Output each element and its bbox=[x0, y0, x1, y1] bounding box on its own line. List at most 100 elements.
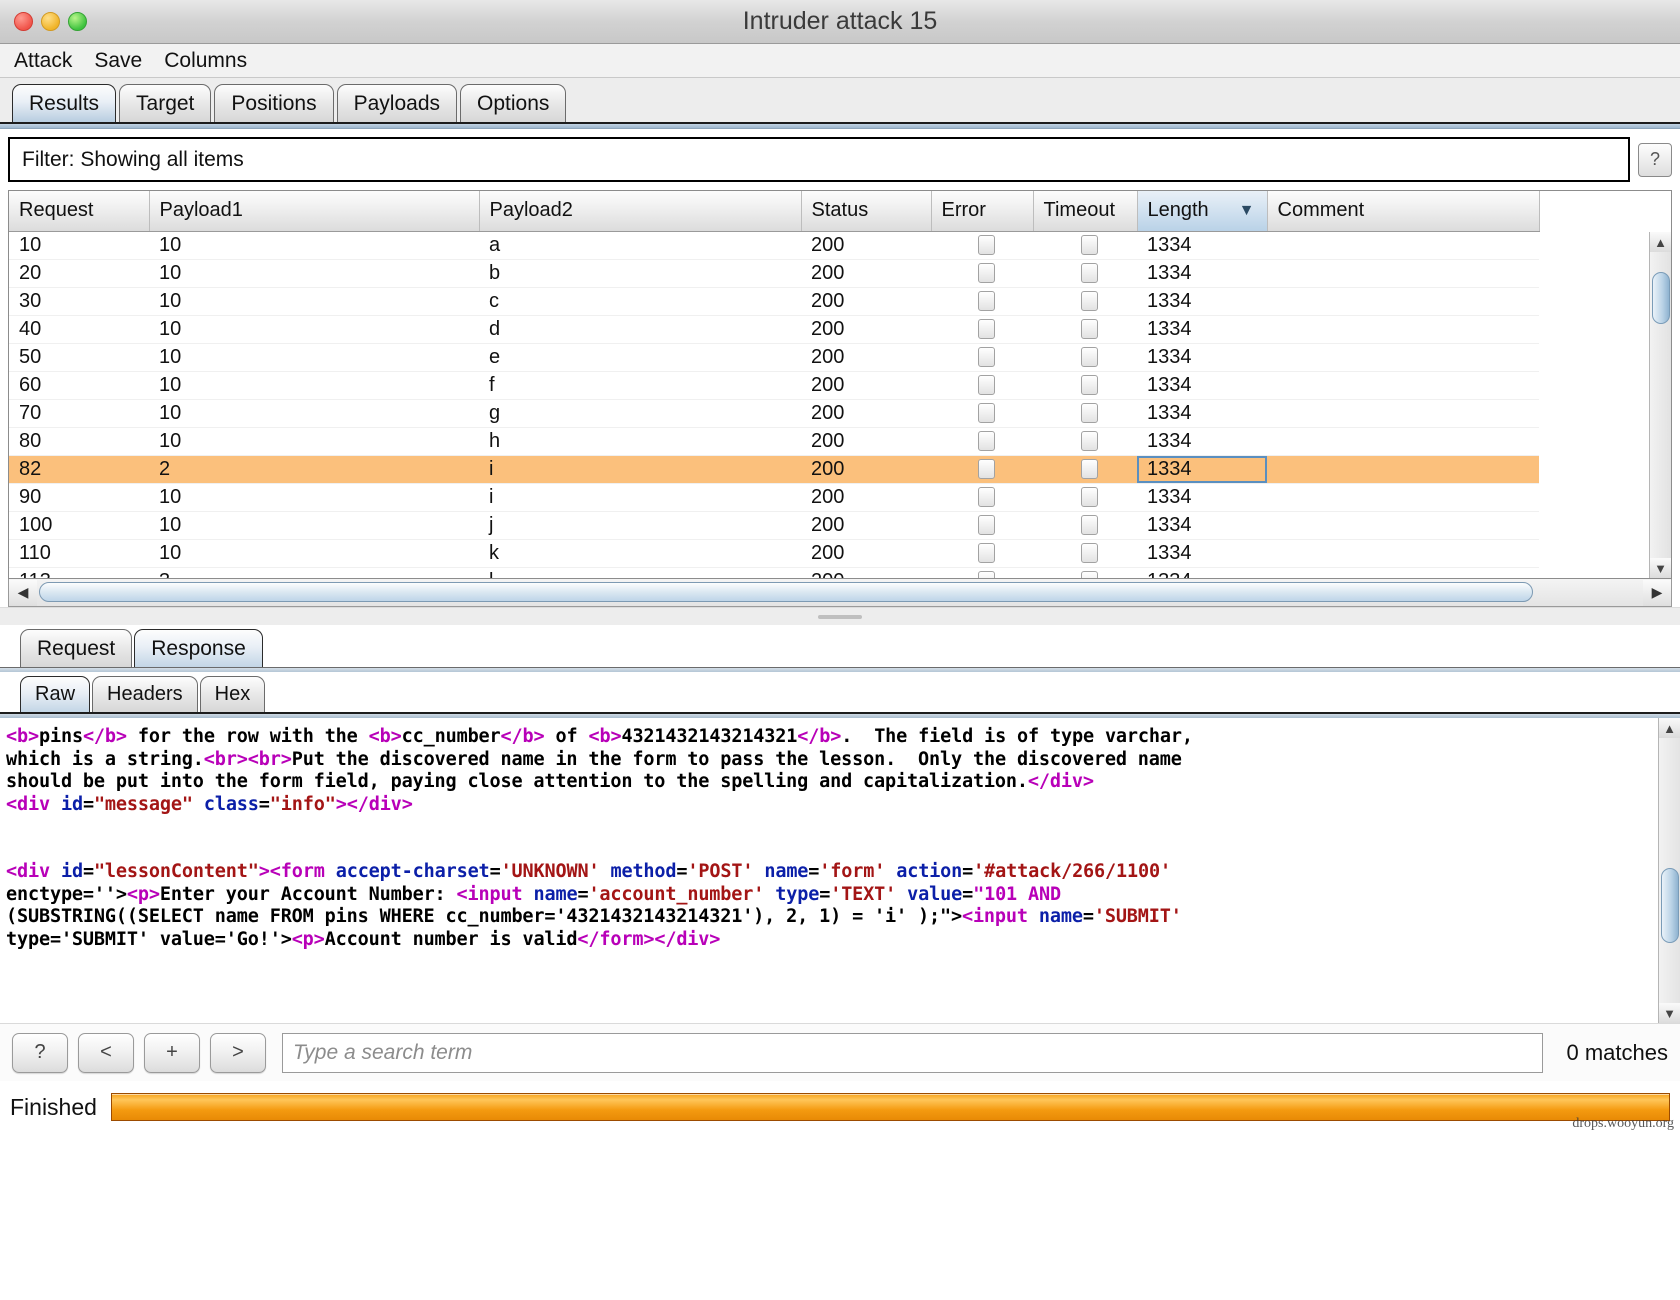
table-row[interactable]: 1010a2001334 bbox=[9, 231, 1539, 259]
tab-payloads[interactable]: Payloads bbox=[337, 84, 457, 122]
checkbox-icon[interactable] bbox=[978, 347, 995, 367]
tab-raw[interactable]: Raw bbox=[20, 676, 90, 712]
table-row[interactable]: 4010d2001334 bbox=[9, 315, 1539, 343]
table-row[interactable]: 1133l2001334 bbox=[9, 567, 1539, 578]
cell-timeout-checkbox[interactable] bbox=[1033, 455, 1137, 483]
table-row[interactable]: 10010j2001334 bbox=[9, 511, 1539, 539]
checkbox-icon[interactable] bbox=[1081, 319, 1098, 339]
cell-error-checkbox[interactable] bbox=[931, 567, 1033, 578]
cell-timeout-checkbox[interactable] bbox=[1033, 315, 1137, 343]
table-row[interactable]: 11010k2001334 bbox=[9, 539, 1539, 567]
tab-results[interactable]: Results bbox=[12, 84, 116, 122]
results-scroll-thumb[interactable] bbox=[1652, 272, 1670, 324]
scroll-left-icon[interactable]: ◀ bbox=[9, 580, 37, 606]
cell-timeout-checkbox[interactable] bbox=[1033, 399, 1137, 427]
results-horizontal-scrollbar[interactable]: ◀ ▶ bbox=[8, 579, 1672, 607]
search-add-button[interactable]: + bbox=[144, 1033, 200, 1073]
cell-error-checkbox[interactable] bbox=[931, 287, 1033, 315]
tab-positions[interactable]: Positions bbox=[214, 84, 333, 122]
checkbox-icon[interactable] bbox=[978, 543, 995, 563]
checkbox-icon[interactable] bbox=[978, 459, 995, 479]
panel-splitter[interactable] bbox=[0, 607, 1680, 625]
checkbox-icon[interactable] bbox=[978, 515, 995, 535]
checkbox-icon[interactable] bbox=[978, 487, 995, 507]
help-icon[interactable]: ? bbox=[1638, 143, 1672, 177]
cell-timeout-checkbox[interactable] bbox=[1033, 371, 1137, 399]
table-row[interactable]: 5010e2001334 bbox=[9, 343, 1539, 371]
cell-timeout-checkbox[interactable] bbox=[1033, 511, 1137, 539]
checkbox-icon[interactable] bbox=[978, 375, 995, 395]
response-scroll-down-icon[interactable]: ▼ bbox=[1659, 1003, 1680, 1023]
checkbox-icon[interactable] bbox=[978, 291, 995, 311]
column-header-length[interactable]: Length ▼ bbox=[1137, 191, 1267, 231]
checkbox-icon[interactable] bbox=[1081, 403, 1098, 423]
filter-bar[interactable]: Filter: Showing all items bbox=[8, 137, 1630, 182]
table-row[interactable]: 7010g2001334 bbox=[9, 399, 1539, 427]
cell-error-checkbox[interactable] bbox=[931, 399, 1033, 427]
checkbox-icon[interactable] bbox=[1081, 487, 1098, 507]
search-help-button[interactable]: ? bbox=[12, 1033, 68, 1073]
cell-error-checkbox[interactable] bbox=[931, 455, 1033, 483]
results-vertical-scrollbar[interactable]: ▲ ▼ bbox=[1649, 232, 1671, 578]
tab-headers[interactable]: Headers bbox=[92, 676, 198, 712]
search-input[interactable]: Type a search term bbox=[282, 1033, 1543, 1073]
checkbox-icon[interactable] bbox=[1081, 431, 1098, 451]
cell-error-checkbox[interactable] bbox=[931, 315, 1033, 343]
cell-error-checkbox[interactable] bbox=[931, 343, 1033, 371]
checkbox-icon[interactable] bbox=[1081, 515, 1098, 535]
cell-error-checkbox[interactable] bbox=[931, 231, 1033, 259]
cell-timeout-checkbox[interactable] bbox=[1033, 287, 1137, 315]
cell-timeout-checkbox[interactable] bbox=[1033, 231, 1137, 259]
checkbox-icon[interactable] bbox=[1081, 291, 1098, 311]
column-header-status[interactable]: Status bbox=[801, 191, 931, 231]
scroll-up-icon[interactable]: ▲ bbox=[1650, 232, 1671, 252]
tab-hex[interactable]: Hex bbox=[200, 676, 266, 712]
menu-attack[interactable]: Attack bbox=[14, 49, 72, 73]
checkbox-icon[interactable] bbox=[978, 263, 995, 283]
cell-timeout-checkbox[interactable] bbox=[1033, 259, 1137, 287]
checkbox-icon[interactable] bbox=[1081, 459, 1098, 479]
cell-timeout-checkbox[interactable] bbox=[1033, 427, 1137, 455]
column-header-timeout[interactable]: Timeout bbox=[1033, 191, 1137, 231]
cell-error-checkbox[interactable] bbox=[931, 371, 1033, 399]
close-button[interactable] bbox=[14, 12, 33, 31]
column-header-payload2[interactable]: Payload2 bbox=[479, 191, 801, 231]
response-scroll-thumb[interactable] bbox=[1661, 868, 1679, 943]
tab-request[interactable]: Request bbox=[20, 629, 132, 667]
results-hscroll-thumb[interactable] bbox=[39, 582, 1533, 602]
response-scroll-up-icon[interactable]: ▲ bbox=[1659, 718, 1680, 738]
cell-error-checkbox[interactable] bbox=[931, 539, 1033, 567]
column-header-error[interactable]: Error bbox=[931, 191, 1033, 231]
cell-timeout-checkbox[interactable] bbox=[1033, 567, 1137, 578]
cell-error-checkbox[interactable] bbox=[931, 511, 1033, 539]
response-raw-text[interactable]: <b>pins</b> for the row with the <b>cc_n… bbox=[0, 718, 1680, 951]
checkbox-icon[interactable] bbox=[1081, 543, 1098, 563]
tab-target[interactable]: Target bbox=[119, 84, 211, 122]
menu-save[interactable]: Save bbox=[94, 49, 142, 73]
cell-error-checkbox[interactable] bbox=[931, 483, 1033, 511]
cell-timeout-checkbox[interactable] bbox=[1033, 539, 1137, 567]
search-next-button[interactable]: > bbox=[210, 1033, 266, 1073]
table-row[interactable]: 9010i2001334 bbox=[9, 483, 1539, 511]
tab-response[interactable]: Response bbox=[134, 629, 263, 667]
minimize-button[interactable] bbox=[41, 12, 60, 31]
menu-columns[interactable]: Columns bbox=[164, 49, 247, 73]
checkbox-icon[interactable] bbox=[978, 431, 995, 451]
checkbox-icon[interactable] bbox=[978, 403, 995, 423]
checkbox-icon[interactable] bbox=[978, 319, 995, 339]
cell-timeout-checkbox[interactable] bbox=[1033, 483, 1137, 511]
column-header-comment[interactable]: Comment bbox=[1267, 191, 1539, 231]
table-row[interactable]: 2010b2001334 bbox=[9, 259, 1539, 287]
table-row[interactable]: 8010h2001334 bbox=[9, 427, 1539, 455]
scroll-down-icon[interactable]: ▼ bbox=[1650, 558, 1671, 578]
zoom-button[interactable] bbox=[68, 12, 87, 31]
table-row[interactable]: 3010c2001334 bbox=[9, 287, 1539, 315]
response-body-panel[interactable]: <b>pins</b> for the row with the <b>cc_n… bbox=[0, 718, 1680, 1023]
table-row[interactable]: 6010f2001334 bbox=[9, 371, 1539, 399]
column-header-payload1[interactable]: Payload1 bbox=[149, 191, 479, 231]
table-row[interactable]: 822i2001334 bbox=[9, 455, 1539, 483]
response-vertical-scrollbar[interactable]: ▲ ▼ bbox=[1658, 718, 1680, 1023]
scroll-right-icon[interactable]: ▶ bbox=[1643, 580, 1671, 606]
tab-options[interactable]: Options bbox=[460, 84, 566, 122]
checkbox-icon[interactable] bbox=[1081, 375, 1098, 395]
